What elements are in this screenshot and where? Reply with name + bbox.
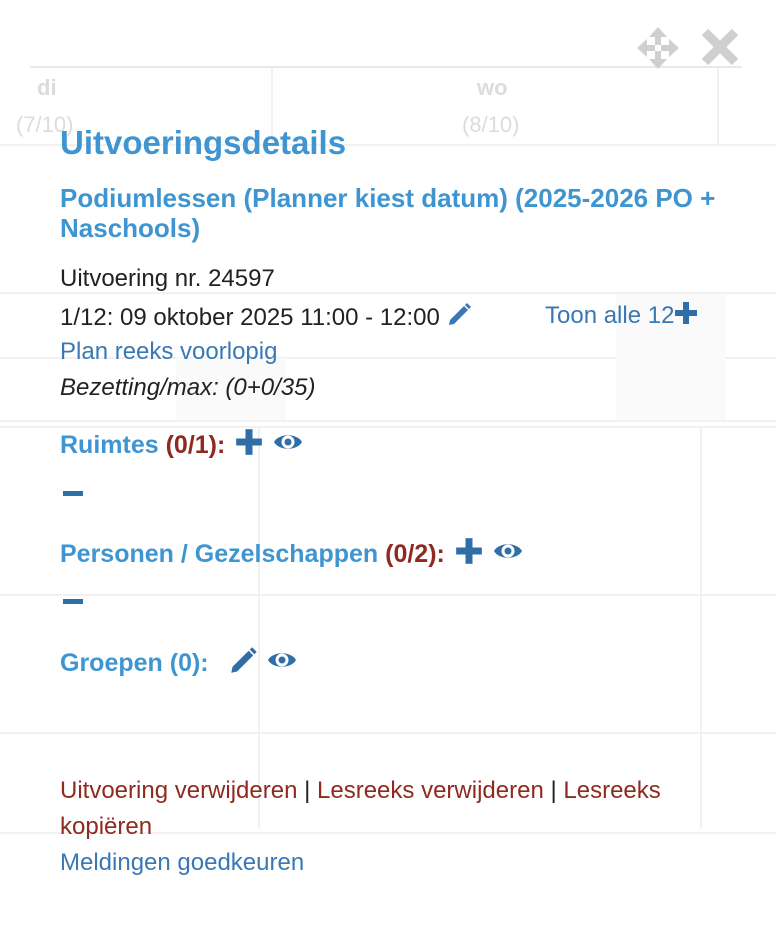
dialog-footer-actions: Uitvoering verwijderen | Lesreeks verwij… xyxy=(60,773,740,881)
delete-performance-link[interactable]: Uitvoering verwijderen xyxy=(60,777,297,804)
approve-notifications-link[interactable]: Meldingen goedkeuren xyxy=(60,849,304,876)
footer-separator: | xyxy=(304,777,311,804)
collapse-minus-icon[interactable] xyxy=(63,599,83,604)
dialog-title: Uitvoeringsdetails xyxy=(60,124,347,161)
edit-groups-pencil-icon[interactable] xyxy=(225,645,259,682)
course-subtitle: Podiumlessen (Planner kiest datum) (2025… xyxy=(60,183,716,243)
footer-separator: | xyxy=(550,777,557,804)
delete-series-link[interactable]: Lesreeks verwijderen xyxy=(317,777,544,804)
performance-datetime: 1/12: 09 oktober 2025 11:00 - 12:00 xyxy=(60,304,440,331)
view-rooms-eye-icon[interactable] xyxy=(269,431,303,460)
move-arrows-icon[interactable] xyxy=(637,27,679,74)
rooms-label: Ruimtes xyxy=(60,431,159,459)
rooms-section-header: Ruimtes (0/1): xyxy=(60,428,303,463)
groups-colon: : xyxy=(200,649,209,677)
performance-details-dialog: Uitvoeringsdetails Podiumlessen (Planner… xyxy=(0,0,776,946)
collapse-minus-icon[interactable] xyxy=(63,491,83,496)
datetime-row: 1/12: 09 oktober 2025 11:00 - 12:00 xyxy=(60,301,473,334)
view-groups-eye-icon[interactable] xyxy=(263,649,297,678)
persons-count: (0/2) xyxy=(385,540,437,568)
plus-icon xyxy=(674,301,698,332)
close-x-icon[interactable] xyxy=(700,27,740,72)
occupancy-text: Bezetting/max: (0+0/35) xyxy=(60,374,316,401)
persons-colon: : xyxy=(436,540,445,568)
add-person-plus-icon[interactable] xyxy=(451,537,483,572)
view-persons-eye-icon[interactable] xyxy=(489,540,523,569)
pencil-icon[interactable] xyxy=(447,301,473,334)
persons-label: Personen / Gezelschappen xyxy=(60,540,379,568)
add-room-plus-icon[interactable] xyxy=(231,428,263,463)
rooms-colon: : xyxy=(217,431,226,459)
performance-number: Uitvoering nr. 24597 xyxy=(60,265,275,292)
show-all-link[interactable]: Toon alle 12 xyxy=(545,301,698,332)
persons-section-header: Personen / Gezelschappen (0/2): xyxy=(60,537,523,572)
groups-label: Groepen (0) xyxy=(60,649,201,677)
groups-section-header: Groepen (0): xyxy=(60,645,297,682)
plan-series-tentative-link[interactable]: Plan reeks voorlopig xyxy=(60,338,277,366)
rooms-count: (0/1) xyxy=(165,431,217,459)
